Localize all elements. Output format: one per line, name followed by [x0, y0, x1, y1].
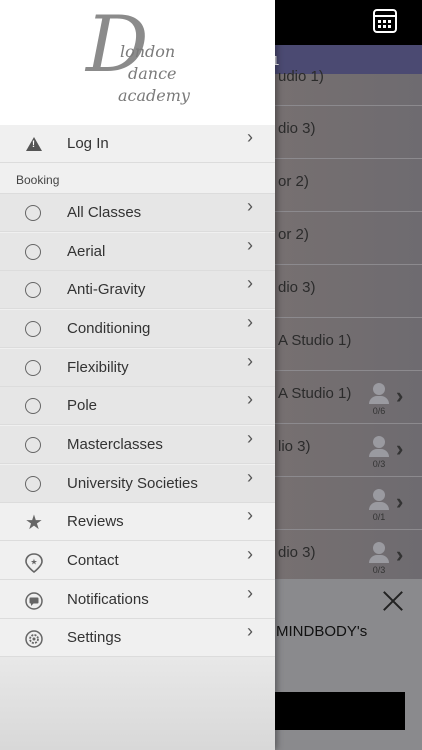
- circle-icon: [25, 360, 41, 376]
- logo: D london dance academy: [0, 0, 275, 125]
- class-row-text: udio 1): [278, 68, 324, 85]
- chevron-right-icon: ›: [396, 542, 404, 567]
- circle-icon: [25, 437, 41, 453]
- menu-item-reviews[interactable]: ★ Reviews ›: [0, 503, 275, 541]
- spots-count: 0/1: [372, 512, 386, 522]
- chevron-right-icon: ›: [247, 389, 253, 409]
- menu-item-contact[interactable]: ★ Contact ›: [0, 542, 275, 580]
- section-header-booking: Booking: [0, 164, 275, 194]
- circle-icon: [25, 282, 41, 298]
- chevron-right-icon: ›: [396, 489, 404, 514]
- chevron-right-icon: ›: [247, 312, 253, 332]
- popup-button[interactable]: [262, 692, 405, 730]
- circle-icon: [25, 398, 41, 414]
- logo-text-line3: academy: [118, 86, 190, 105]
- menu-item-label: Conditioning: [67, 320, 151, 337]
- menu-item-label: Log In: [67, 135, 109, 152]
- chevron-right-icon: ›: [247, 273, 253, 293]
- person-icon: 0/3: [368, 436, 390, 469]
- chevron-right-icon: ›: [247, 196, 253, 216]
- warning-icon: !: [25, 136, 43, 154]
- menu-item-notifications[interactable]: Notifications ›: [0, 581, 275, 619]
- svg-text:★: ★: [30, 558, 37, 567]
- menu-item-label: Notifications: [67, 591, 149, 608]
- circle-icon: [25, 244, 41, 260]
- class-row-text: dio 3): [278, 544, 316, 561]
- menu-item-aerial[interactable]: Aerial ›: [0, 233, 275, 271]
- menu-item-label: Flexibility: [67, 359, 129, 376]
- close-icon[interactable]: [382, 590, 404, 612]
- calendar-icon[interactable]: [373, 9, 397, 33]
- class-row-text: A Studio 1): [278, 332, 352, 349]
- class-row-text: lio 3): [278, 438, 311, 455]
- section-label: Booking: [16, 173, 60, 187]
- location-pin-icon: ★: [25, 553, 43, 574]
- chevron-right-icon: ›: [247, 351, 253, 371]
- menu-item-masterclasses[interactable]: Masterclasses ›: [0, 426, 275, 464]
- chevron-right-icon: ›: [247, 428, 253, 448]
- side-drawer: D london dance academy ! Log In › Bookin…: [0, 0, 275, 750]
- popup-text: MINDBODY's: [276, 623, 368, 640]
- spots-count: 0/6: [372, 406, 386, 416]
- menu-item-label: Settings: [67, 629, 122, 646]
- drawer-footer: [0, 657, 275, 750]
- menu-item-conditioning[interactable]: Conditioning ›: [0, 310, 275, 348]
- spots-count: 0/3: [372, 459, 386, 469]
- class-row-text: or 2): [278, 173, 309, 190]
- menu-item-pole[interactable]: Pole ›: [0, 387, 275, 425]
- menu-item-login[interactable]: ! Log In ›: [0, 125, 275, 163]
- circle-icon: [25, 476, 41, 492]
- menu-item-anti-gravity[interactable]: Anti-Gravity ›: [0, 271, 275, 309]
- chevron-right-icon: ›: [247, 467, 253, 487]
- chevron-right-icon: ›: [247, 621, 253, 641]
- menu-item-label: Anti-Gravity: [67, 281, 146, 298]
- spots-count: 0/3: [372, 565, 386, 575]
- chevron-right-icon: ›: [247, 505, 253, 525]
- chevron-right-icon: ›: [247, 127, 253, 147]
- menu-item-flexibility[interactable]: Flexibility ›: [0, 349, 275, 387]
- menu-item-label: Reviews: [67, 513, 124, 530]
- person-icon: 0/1: [368, 489, 390, 522]
- circle-icon: [25, 321, 41, 337]
- person-icon: 0/6: [368, 383, 390, 416]
- menu-item-label: Pole: [67, 397, 98, 414]
- circle-icon: [25, 205, 41, 221]
- chevron-right-icon: ›: [396, 383, 404, 408]
- logo-text-line2: dance: [128, 64, 177, 83]
- menu-item-university-societies[interactable]: University Societies ›: [0, 465, 275, 503]
- chevron-right-icon: ›: [247, 544, 253, 564]
- chevron-right-icon: ›: [396, 436, 404, 461]
- menu-item-all-classes[interactable]: All Classes ›: [0, 194, 275, 232]
- class-row-text: A Studio 1): [278, 385, 352, 402]
- class-row-text: dio 3): [278, 120, 316, 137]
- star-icon: ★: [25, 512, 43, 534]
- person-icon: 0/3: [368, 542, 390, 575]
- gear-icon: [25, 630, 43, 648]
- menu-item-label: Contact: [67, 552, 119, 569]
- menu-item-label: Aerial: [67, 243, 106, 260]
- class-row-text: or 2): [278, 226, 309, 243]
- menu-item-label: All Classes: [67, 204, 142, 221]
- logo-text-line1: london: [120, 42, 176, 61]
- menu-item-settings[interactable]: Settings ›: [0, 619, 275, 657]
- chevron-right-icon: ›: [247, 583, 253, 603]
- chat-bubble-icon: [25, 592, 43, 610]
- class-row-text: dio 3): [278, 279, 316, 296]
- menu-item-label: Masterclasses: [67, 436, 163, 453]
- chevron-right-icon: ›: [247, 235, 253, 255]
- menu-item-label: University Societies: [67, 475, 198, 492]
